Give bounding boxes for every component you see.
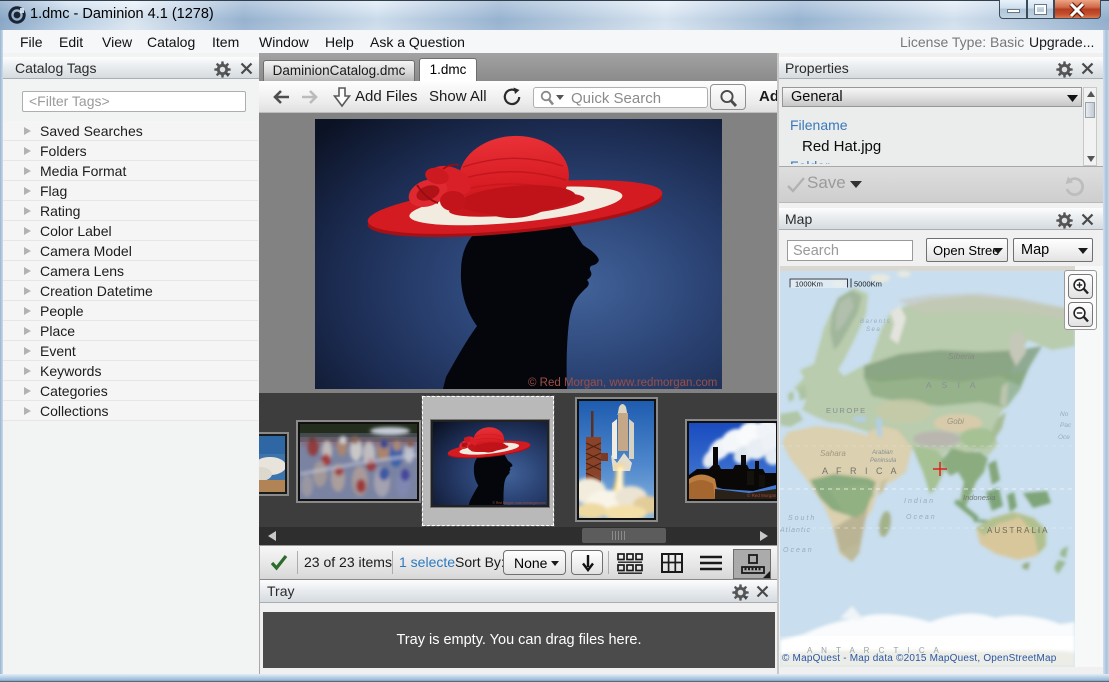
svg-text:Ocean: Ocean <box>906 514 937 521</box>
svg-text:Indian: Indian <box>904 498 935 505</box>
svg-text:1000Km: 1000Km <box>795 280 823 289</box>
svg-text:A F R I C A: A F R I C A <box>822 466 900 476</box>
svg-text:A S I A: A S I A <box>926 380 980 390</box>
svg-text:© Red Morgan: © Red Morgan <box>747 492 776 498</box>
svg-text:Indonesia: Indonesia <box>963 493 996 502</box>
svg-text:Gobi: Gobi <box>947 417 964 426</box>
svg-text:Barents: Barents <box>860 319 891 325</box>
svg-text:Arabian: Arabian <box>871 450 893 456</box>
svg-text:Peninsula: Peninsula <box>870 458 897 464</box>
svg-text:Sea: Sea <box>866 327 881 333</box>
svg-text:Pac: Pac <box>1060 422 1072 429</box>
svg-text:Siberia: Siberia <box>948 351 975 361</box>
svg-text:Oce: Oce <box>1058 434 1070 441</box>
svg-text:No: No <box>1060 411 1069 418</box>
svg-text:Ocean: Ocean <box>783 547 814 554</box>
svg-text:South: South <box>788 515 816 522</box>
svg-text:EUROPE: EUROPE <box>826 406 867 415</box>
svg-text:Atlantic: Atlantic <box>780 527 811 534</box>
svg-text:Sahara: Sahara <box>820 449 846 458</box>
svg-text:5000Km: 5000Km <box>854 280 882 289</box>
svg-text:AUSTRALIA: AUSTRALIA <box>987 526 1049 535</box>
